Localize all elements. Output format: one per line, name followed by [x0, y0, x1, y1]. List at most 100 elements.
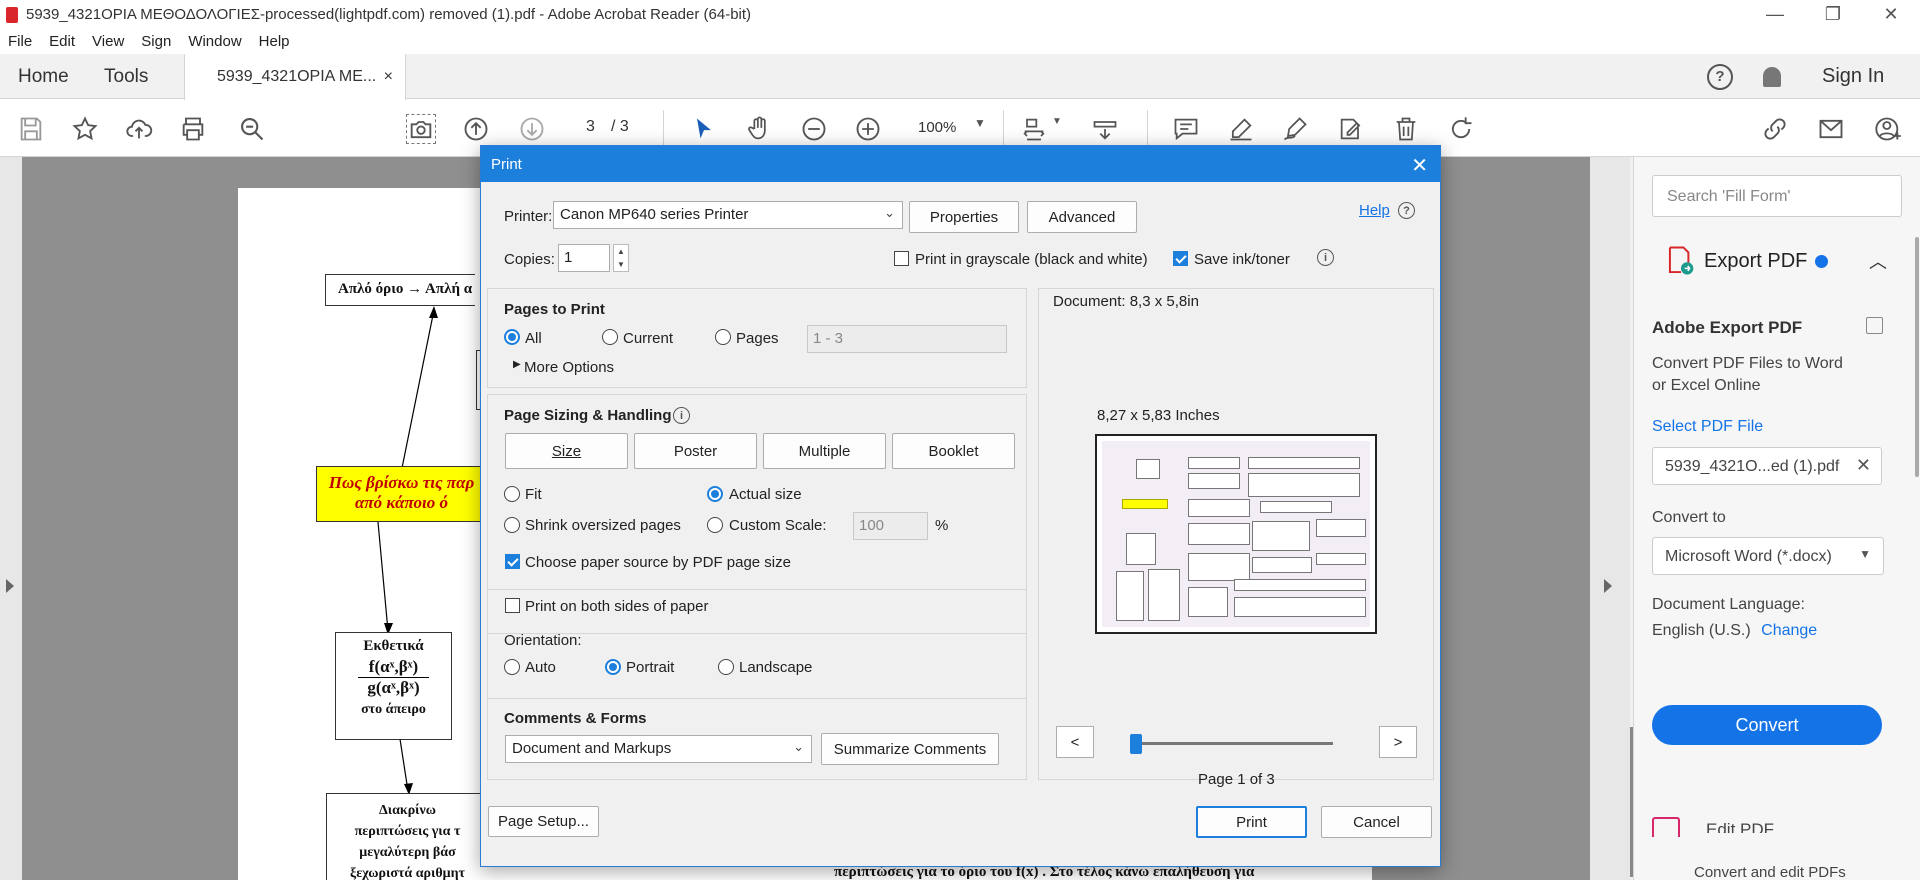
printer-select[interactable]: Canon MP640 series Printer ⌄ — [553, 201, 903, 229]
custom-scale-input[interactable]: 100 — [853, 512, 928, 540]
email-icon[interactable] — [1816, 114, 1846, 144]
upload-cloud-icon[interactable] — [124, 114, 154, 144]
save-ink-checkbox[interactable] — [1173, 251, 1188, 266]
preview-next-button[interactable]: > — [1379, 726, 1417, 758]
multiple-button[interactable]: Multiple — [763, 433, 886, 469]
save-ink-info-icon[interactable]: i — [1317, 249, 1334, 266]
pane-scrollbar[interactable] — [1915, 237, 1919, 477]
page-setup-button[interactable]: Page Setup... — [488, 806, 599, 837]
menu-help[interactable]: Help — [259, 33, 290, 50]
shrink-radio[interactable] — [504, 517, 520, 533]
menu-edit[interactable]: Edit — [49, 33, 75, 50]
star-icon[interactable] — [70, 114, 100, 144]
print-icon[interactable] — [178, 114, 208, 144]
menu-view[interactable]: View — [92, 33, 124, 50]
sign-pen-icon[interactable] — [1280, 114, 1310, 144]
more-options-label[interactable]: More Options — [524, 359, 614, 376]
previous-page-icon[interactable] — [461, 114, 491, 144]
page-fit-dropdown-icon[interactable]: ▼ — [1052, 116, 1062, 127]
zoom-in-icon[interactable] — [853, 114, 883, 144]
preview-page-slider[interactable] — [1135, 742, 1333, 745]
print-button[interactable]: Print — [1196, 806, 1307, 838]
copies-input[interactable]: 1 — [558, 244, 610, 272]
select-cursor-icon[interactable] — [689, 114, 719, 144]
current-page-radio[interactable] — [602, 329, 618, 345]
tab-document[interactable]: 5939_4321ΟΡΙΑ ΜΕ... × — [184, 54, 406, 100]
left-panel-toggle[interactable] — [0, 157, 22, 880]
menu-bar: File Edit View Sign Window Help — [0, 29, 1920, 54]
help-link[interactable]: Help — [1359, 202, 1390, 219]
help-icon[interactable]: ? — [1707, 54, 1733, 99]
zoom-dropdown-icon[interactable]: ▼ — [974, 116, 986, 130]
restore-button[interactable]: ❐ — [1804, 0, 1862, 29]
summarize-comments-button[interactable]: Summarize Comments — [821, 733, 999, 765]
auto-orientation-radio[interactable] — [504, 659, 520, 675]
bell-icon[interactable] — [1763, 54, 1781, 99]
convert-format-dropdown[interactable]: Microsoft Word (*.docx) ▼ — [1652, 537, 1884, 575]
pages-range-input[interactable]: 1 - 3 — [807, 325, 1007, 353]
more-options-arrow-icon[interactable]: ▶ — [513, 359, 521, 370]
menu-window[interactable]: Window — [188, 33, 241, 50]
right-panel-toggle[interactable] — [1590, 157, 1630, 880]
booklet-button[interactable]: Booklet — [892, 433, 1015, 469]
close-tab-icon[interactable]: × — [384, 68, 393, 86]
sign-in-button[interactable]: Sign In — [1822, 54, 1884, 99]
delete-icon[interactable] — [1391, 114, 1421, 144]
advanced-button[interactable]: Advanced — [1027, 201, 1137, 233]
collapse-chevron-icon[interactable]: ︿ — [1869, 248, 1887, 274]
scroll-mode-icon[interactable] — [1090, 114, 1120, 144]
menu-file[interactable]: File — [8, 33, 32, 50]
select-pdf-label[interactable]: Select PDF File — [1652, 416, 1763, 438]
snapshot-icon[interactable] — [406, 114, 436, 144]
pages-radio[interactable] — [715, 329, 731, 345]
tab-home[interactable]: Home — [18, 54, 69, 99]
paper-source-checkbox[interactable] — [505, 554, 520, 569]
zoom-out-icon[interactable] — [799, 114, 829, 144]
current-page-field[interactable]: 3 — [586, 118, 595, 136]
preview-prev-button[interactable]: < — [1056, 726, 1094, 758]
copy-icon[interactable] — [1866, 317, 1883, 334]
rotate-icon[interactable] — [1446, 114, 1476, 144]
edit-text-icon[interactable] — [1336, 114, 1366, 144]
minimize-button[interactable]: — — [1746, 0, 1804, 29]
highlight-pen-icon[interactable] — [1226, 114, 1256, 144]
change-language-link[interactable]: Change — [1761, 622, 1817, 639]
menu-sign[interactable]: Sign — [141, 33, 171, 50]
save-icon[interactable] — [16, 114, 46, 144]
fill-form-search-input[interactable]: Search 'Fill Form' — [1652, 175, 1902, 217]
page-fit-icon[interactable] — [1019, 114, 1049, 144]
actual-size-radio[interactable] — [707, 486, 723, 502]
find-icon[interactable] — [237, 114, 267, 144]
hand-tool-icon[interactable] — [744, 114, 774, 144]
edit-pdf-title[interactable]: Edit PDF — [1706, 819, 1774, 833]
preview-slider-thumb[interactable] — [1130, 734, 1142, 754]
grayscale-checkbox[interactable] — [894, 251, 909, 266]
close-dialog-icon[interactable]: ✕ — [1411, 153, 1428, 178]
copies-stepper[interactable]: ▲ ▼ — [613, 244, 629, 272]
share-link-icon[interactable] — [1760, 114, 1790, 144]
size-button[interactable]: Size — [505, 433, 628, 469]
properties-button[interactable]: Properties — [909, 201, 1019, 233]
help-question-icon[interactable]: ? — [1398, 202, 1415, 219]
sizing-info-icon[interactable]: i — [673, 407, 690, 424]
exponential-title: Εκθετικά — [363, 638, 424, 654]
next-page-icon[interactable] — [517, 114, 547, 144]
account-icon[interactable] — [1873, 114, 1903, 144]
zoom-level[interactable]: 100% — [918, 119, 956, 136]
custom-scale-radio[interactable] — [707, 517, 723, 533]
convert-button[interactable]: Convert — [1652, 705, 1882, 745]
cancel-button[interactable]: Cancel — [1321, 806, 1432, 838]
portrait-radio[interactable] — [605, 659, 621, 675]
fit-radio[interactable] — [504, 486, 520, 502]
both-sides-checkbox[interactable] — [505, 598, 520, 613]
export-pdf-header[interactable]: Export PDF ︿ — [1634, 239, 1920, 283]
selected-file-field[interactable]: 5939_4321O...ed (1).pdf ✕ — [1652, 447, 1882, 485]
tab-tools[interactable]: Tools — [104, 54, 148, 99]
remove-file-icon[interactable]: ✕ — [1856, 455, 1871, 476]
all-pages-radio[interactable] — [504, 329, 520, 345]
poster-button[interactable]: Poster — [634, 433, 757, 469]
comments-forms-select[interactable]: Document and Markups ⌄ — [505, 735, 812, 763]
comment-icon[interactable] — [1171, 114, 1201, 144]
close-window-button[interactable]: ✕ — [1862, 0, 1920, 29]
landscape-radio[interactable] — [718, 659, 734, 675]
